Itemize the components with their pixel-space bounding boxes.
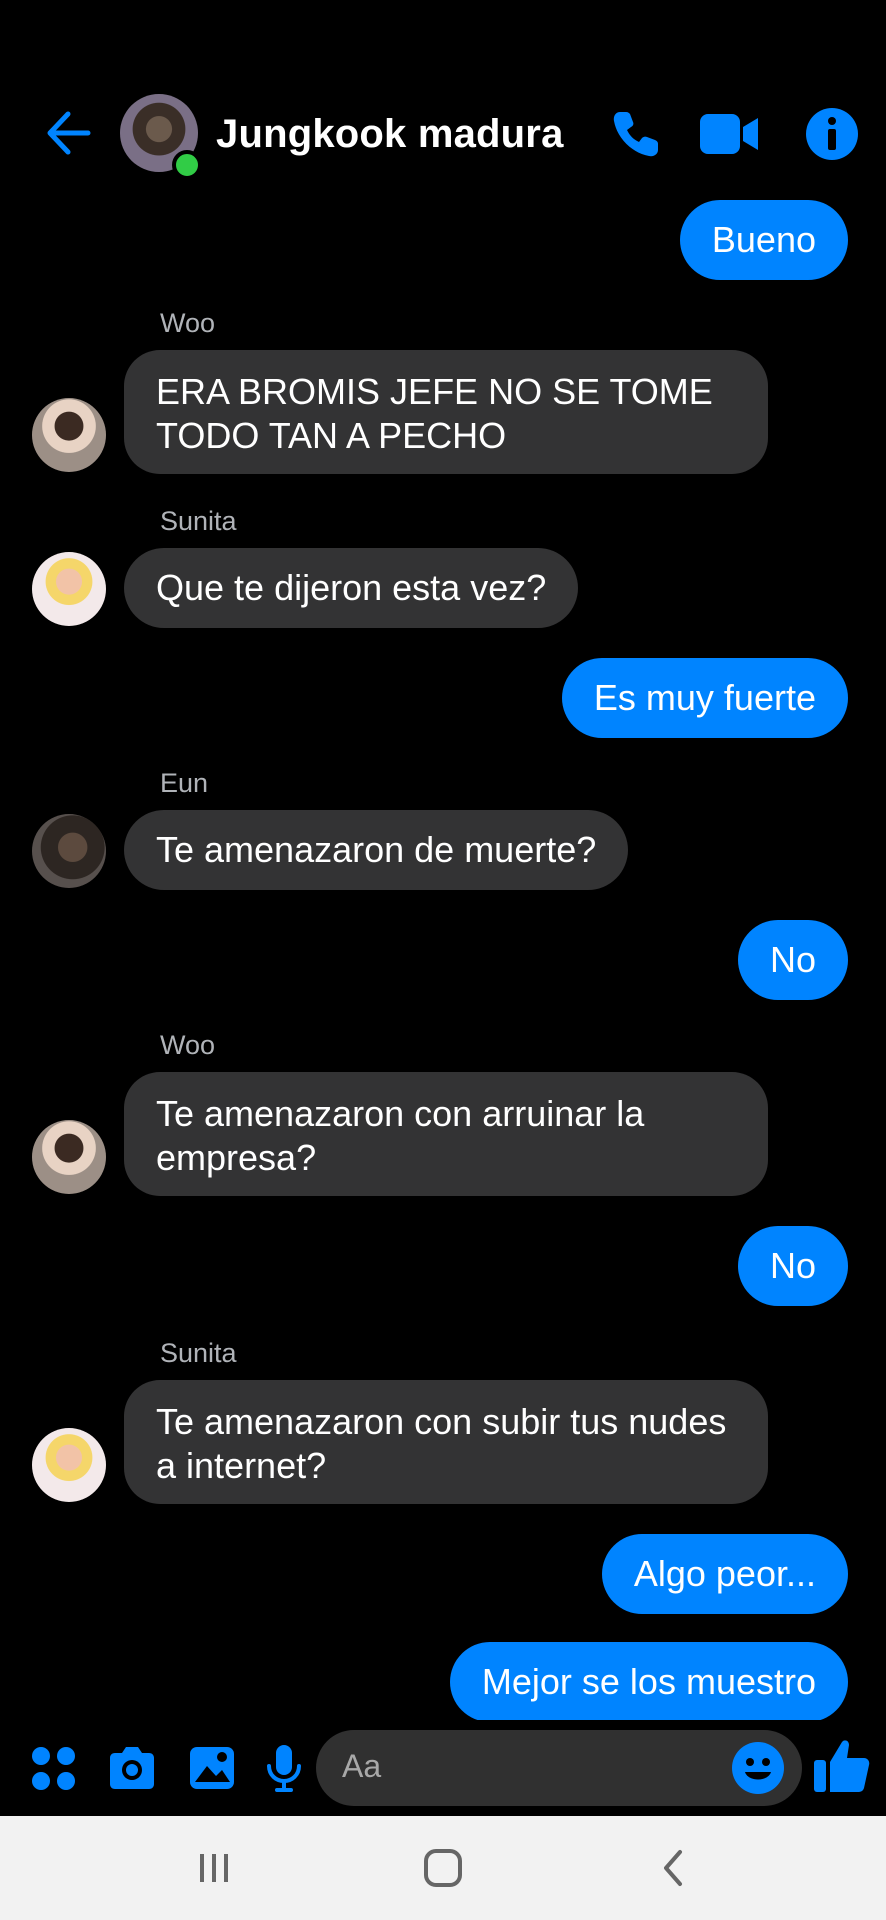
- my-message-bubble[interactable]: Algo peor...: [601, 1534, 848, 1614]
- message-composer: Aa: [0, 1720, 886, 1816]
- home-icon[interactable]: [421, 1846, 465, 1890]
- thumbs-up-icon[interactable]: [812, 1736, 872, 1796]
- phone-icon[interactable]: [608, 106, 664, 162]
- avatar-sunita[interactable]: [32, 552, 106, 626]
- their-message-bubble[interactable]: Te amenazaron de muerte?: [124, 810, 629, 890]
- sender-name: Woo: [160, 1030, 216, 1060]
- my-message-bubble[interactable]: No: [737, 920, 848, 1000]
- microphone-icon[interactable]: [258, 1742, 310, 1794]
- sender-name: Woo: [160, 308, 216, 338]
- my-message-bubble[interactable]: Es muy fuerte: [561, 658, 848, 738]
- system-navigation-bar: [0, 1816, 886, 1920]
- video-camera-icon[interactable]: [700, 112, 760, 156]
- info-icon[interactable]: [804, 106, 860, 162]
- avatar-woo[interactable]: [32, 398, 106, 472]
- online-status-dot: [172, 150, 202, 180]
- emoji-icon[interactable]: [730, 1740, 786, 1796]
- chat-header: Jungkook madura: [0, 0, 886, 200]
- their-message-bubble[interactable]: Te amenazaron con subir tus nudes a inte…: [124, 1380, 768, 1504]
- sender-name: Sunita: [160, 506, 237, 536]
- arrow-left-icon[interactable]: [42, 108, 92, 158]
- conversation-title[interactable]: Jungkook madura: [216, 112, 564, 157]
- their-message-bubble[interactable]: ERA BROMIS JEFE NO SE TOME TODO TAN A PE…: [124, 350, 768, 474]
- sender-name: Eun: [160, 768, 209, 798]
- their-message-bubble[interactable]: Que te dijeron esta vez?: [124, 548, 579, 628]
- their-message-bubble[interactable]: Te amenazaron con arruinar la empresa?: [124, 1072, 768, 1196]
- my-message-bubble[interactable]: No: [737, 1226, 848, 1306]
- back-icon[interactable]: [652, 1846, 696, 1890]
- message-list[interactable]: Bueno Woo ERA BROMIS JEFE NO SE TOME TOD…: [0, 0, 886, 1720]
- camera-icon[interactable]: [106, 1742, 158, 1794]
- recent-apps-icon[interactable]: [192, 1846, 236, 1890]
- sender-name: Sunita: [160, 1338, 237, 1368]
- apps-grid-icon[interactable]: [28, 1742, 80, 1794]
- avatar-eun[interactable]: [32, 814, 106, 888]
- message-input-placeholder: Aa: [342, 1748, 382, 1784]
- avatar-sunita[interactable]: [32, 1428, 106, 1502]
- my-message-bubble[interactable]: Mejor se los muestro: [449, 1642, 848, 1720]
- message-input[interactable]: Aa: [316, 1730, 802, 1806]
- my-message-bubble[interactable]: Bueno: [679, 200, 848, 280]
- gallery-icon[interactable]: [186, 1742, 238, 1794]
- avatar-woo[interactable]: [32, 1120, 106, 1194]
